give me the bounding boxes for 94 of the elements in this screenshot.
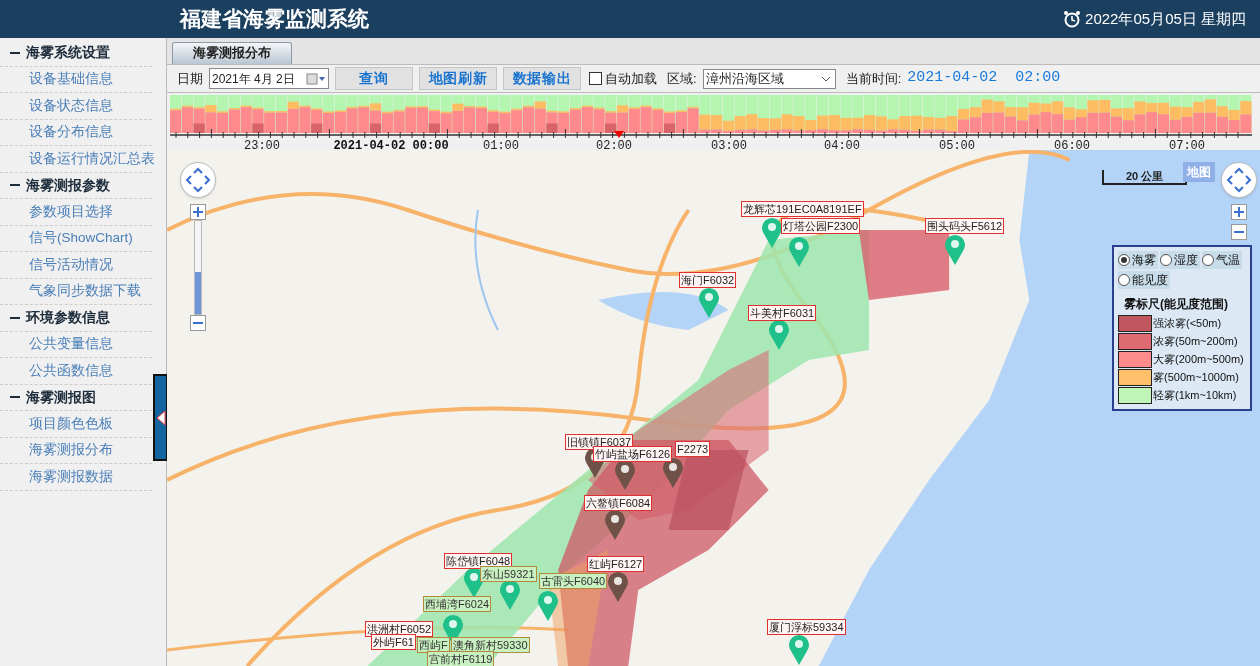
- map-pin-icon[interactable]: [604, 508, 626, 540]
- legend-label: 强浓雾(<50m): [1153, 316, 1222, 332]
- station-label[interactable]: 竹屿盐场F6126: [593, 446, 673, 462]
- station-label[interactable]: 灯塔公园F2300: [781, 218, 861, 234]
- time-tick-label: 02:00: [596, 138, 632, 155]
- station-label[interactable]: 六鳌镇F6084: [584, 495, 653, 511]
- station-label[interactable]: 厦门浮标59334: [767, 619, 846, 635]
- plus-icon: [1234, 207, 1244, 217]
- station-label[interactable]: 斗美村F6031: [748, 305, 817, 321]
- station-label[interactable]: 澳角新村59330: [451, 637, 530, 653]
- autoload-label: 自动加载: [605, 69, 657, 88]
- plus-icon: [193, 207, 203, 217]
- sidebar-item[interactable]: 设备基础信息: [0, 66, 152, 93]
- sidebar-item[interactable]: 项目颜色色板: [0, 411, 152, 438]
- region-label: 区域:: [667, 69, 697, 88]
- time-tick-label: 04:00: [824, 138, 860, 155]
- pan-arrows-icon: [1226, 167, 1252, 193]
- station-label[interactable]: 海门F6032: [679, 272, 737, 288]
- station-label[interactable]: 陈岱镇F6048: [444, 553, 513, 569]
- zoom-in-button[interactable]: [1231, 204, 1247, 220]
- map-pin-icon[interactable]: [944, 233, 966, 265]
- time-tick-label: 03:00: [711, 138, 747, 155]
- sidebar-group[interactable]: 海雾测报图: [26, 386, 96, 408]
- header-date: 2022年05月05日 星期四: [1085, 8, 1246, 29]
- time-label: 当前时间:: [845, 69, 902, 88]
- sidebar-item[interactable]: 设备运行情况汇总表: [0, 146, 152, 173]
- station-label[interactable]: F2273: [675, 441, 711, 457]
- map-pin-icon[interactable]: [788, 633, 810, 665]
- legend-label: 大雾(200m~500m): [1153, 352, 1244, 368]
- date-picker[interactable]: 2021年 4月 2日: [209, 68, 329, 89]
- station-label[interactable]: 围头码头F5612: [925, 218, 1005, 234]
- minus-icon: [193, 322, 203, 324]
- layer-radio[interactable]: 湿度: [1160, 251, 1200, 269]
- map-pin-icon[interactable]: [768, 318, 790, 350]
- sidebar-item[interactable]: 信号活动情况: [0, 252, 152, 279]
- fog-timeline-drawing[interactable]: [170, 95, 1252, 139]
- map-pin-icon[interactable]: [607, 570, 629, 602]
- minus-icon: [1234, 231, 1244, 233]
- legend-label: 轻雾(1km~10km): [1153, 388, 1237, 404]
- station-label[interactable]: 西屿F: [417, 637, 450, 653]
- zoom-slider[interactable]: [194, 220, 202, 315]
- time-tick-label: 06:00: [1054, 138, 1090, 155]
- sidebar-group[interactable]: 海雾系统设置: [26, 42, 110, 64]
- tab[interactable]: 海雾测报分布: [172, 42, 292, 64]
- map-pin-icon[interactable]: [761, 216, 783, 248]
- layer-radio[interactable]: 海雾: [1118, 251, 1158, 269]
- toolbar-button[interactable]: 查询: [335, 67, 413, 90]
- map-pin-icon[interactable]: [662, 456, 684, 488]
- sidebar-item[interactable]: 海雾测报数据: [0, 464, 152, 491]
- autoload-checkbox[interactable]: [589, 72, 602, 85]
- zoom-out-button[interactable]: [190, 315, 206, 331]
- sidebar-item[interactable]: 参数项目选择: [0, 199, 152, 226]
- sidebar-item[interactable]: 公共变量信息: [0, 331, 152, 358]
- region-select[interactable]: 漳州沿海区域: [702, 68, 836, 89]
- station-label[interactable]: 龙辉芯191EC0A8191EF: [741, 201, 864, 217]
- time-tick-label: 2021-04-02 00:00: [333, 138, 449, 155]
- sidebar-group[interactable]: 环境参数信息: [26, 307, 110, 329]
- current-time: 2021-04-02 02:00: [907, 68, 1061, 89]
- toolbar-button[interactable]: 地图刷新: [419, 67, 497, 90]
- sidebar-group[interactable]: 海雾测报参数: [26, 174, 110, 196]
- layer-radio[interactable]: 气温: [1202, 251, 1242, 269]
- legend-title: 雾标尺(能见度范围): [1123, 296, 1229, 313]
- time-tick-label: 01:00: [483, 138, 519, 155]
- sidebar-item[interactable]: 设备状态信息: [0, 93, 152, 120]
- layer-radio[interactable]: 能见度: [1118, 271, 1170, 289]
- zoom-in-button[interactable]: [190, 204, 206, 220]
- legend-label: 雾(500m~1000m): [1153, 370, 1239, 386]
- collapse-arrow-icon: [155, 409, 166, 426]
- station-label[interactable]: 洪洲村F6052: [365, 621, 434, 637]
- pan-arrows-icon: [185, 167, 211, 193]
- sidebar-item[interactable]: 公共函数信息: [0, 358, 152, 385]
- map-pin-icon[interactable]: [698, 286, 720, 318]
- sidebar-item[interactable]: 设备分布信息: [0, 119, 152, 146]
- alarm-clock-icon: [1063, 10, 1082, 28]
- time-tick-label: 07:00: [1169, 138, 1205, 155]
- zoom-out-button[interactable]: [1231, 224, 1247, 240]
- sidebar-item[interactable]: 气象同步数据下载: [0, 278, 152, 305]
- calendar-icon: [306, 72, 326, 85]
- station-label[interactable]: 宫前村F6119: [427, 651, 495, 666]
- toolbar-button[interactable]: 数据输出: [503, 67, 581, 90]
- station-label[interactable]: 西埔湾F6024: [423, 596, 492, 612]
- chevron-down-icon: [820, 75, 831, 82]
- legend-label: 浓雾(50m~200m): [1153, 334, 1238, 350]
- sidebar-item[interactable]: 信号(ShowChart): [0, 225, 152, 252]
- time-tick-label: 23:00: [244, 138, 280, 155]
- date-label: 日期: [177, 69, 203, 88]
- station-label[interactable]: 红屿F6127: [587, 556, 645, 572]
- station-label[interactable]: 外屿F61: [371, 634, 416, 650]
- time-tick-label: 05:00: [939, 138, 975, 155]
- sidebar-item[interactable]: 海雾测报分布: [0, 437, 152, 464]
- app-title: 福建省海雾监测系统: [180, 6, 369, 33]
- station-label[interactable]: 东山59321: [480, 566, 537, 582]
- station-label[interactable]: 古雷头F6040: [539, 573, 608, 589]
- position-marker-icon[interactable]: [614, 129, 624, 139]
